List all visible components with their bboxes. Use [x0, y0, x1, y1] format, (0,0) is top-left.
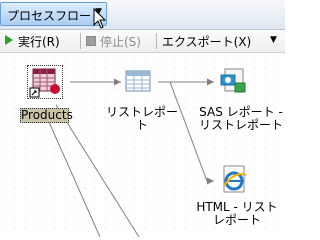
products-node-label: Products [20, 108, 73, 123]
html-report-node-label: HTML - リストレポート [196, 200, 278, 227]
run-button[interactable]: 実行(R) [18, 33, 60, 50]
title-bar: プロセスフロー ▼ [0, 0, 285, 30]
toolbar-separator [156, 33, 157, 49]
toolbar: 実行(R) 停止(S) エクスポート(X) ▼ [0, 30, 285, 53]
list-report-node[interactable] [125, 70, 151, 94]
process-flow-menu-button[interactable]: プロセスフロー ▼ [0, 2, 107, 26]
list-table-icon [125, 70, 151, 92]
data-table-icon [29, 68, 60, 98]
app-window: プロセスフロー ▼ 実行(R) 停止(S) エクスポート(X) ▼ Produc… [0, 0, 285, 237]
export-dropdown-icon[interactable]: ▼ [270, 35, 277, 45]
process-flow-canvas[interactable]: Products リストレポート SAS レポート - リストレポート HTML… [0, 53, 285, 237]
sas-report-node-label: SAS レポート - リストレポート [198, 105, 283, 132]
stop-button[interactable]: 停止(S) [100, 33, 141, 50]
sas-report-icon [220, 68, 246, 93]
products-node[interactable] [27, 65, 63, 99]
list-report-node-label: リストレポート [105, 105, 178, 132]
sas-report-node[interactable] [219, 67, 247, 95]
export-button[interactable]: エクスポート(X) [162, 33, 251, 50]
stop-icon [86, 36, 96, 46]
html-ie-icon [223, 165, 247, 193]
html-report-node[interactable] [220, 165, 248, 195]
toolbar-separator [80, 33, 81, 49]
process-flow-menu-label: プロセスフロー [7, 9, 92, 23]
mouse-cursor-icon [93, 8, 107, 29]
run-icon[interactable] [5, 35, 13, 45]
